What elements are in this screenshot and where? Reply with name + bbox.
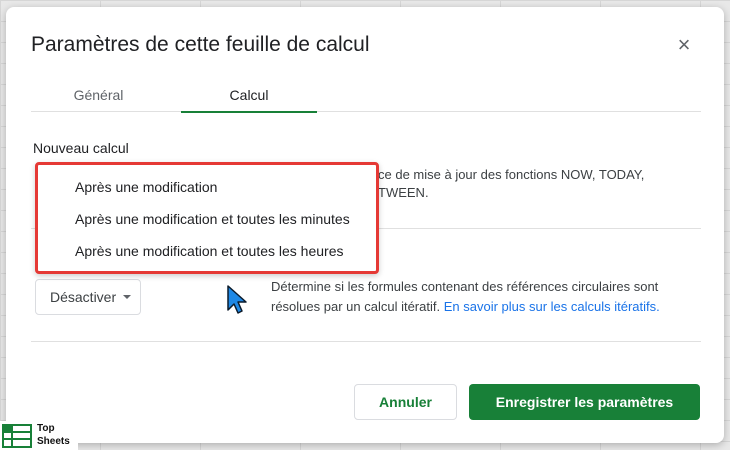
dialog-title: Paramètres de cette feuille de calcul [31,33,370,56]
recalc-option[interactable]: Après une modification [38,171,376,203]
iterative-select[interactable]: Désactiver [35,279,141,315]
watermark-logo: Top Sheets [0,421,78,450]
divider [31,341,701,342]
recalc-option[interactable]: Après une modification et toutes les heu… [38,235,376,267]
tab-general[interactable]: Général [31,87,166,112]
sheets-logo-icon [2,424,32,448]
cancel-button[interactable]: Annuler [354,384,457,420]
recalc-option[interactable]: Après une modification et toutes les min… [38,203,376,235]
recalc-description: ce de mise à jour des fonctions NOW, TOD… [378,166,678,202]
recalc-description-line: ce de mise à jour des fonctions NOW, TOD… [378,167,645,200]
save-button[interactable]: Enregistrer les paramètres [469,384,700,420]
settings-dialog: Paramètres de cette feuille de calcul × … [6,7,724,443]
mouse-pointer-icon [227,285,247,314]
learn-more-link[interactable]: En savoir plus sur les calculs itératifs… [444,299,660,314]
iterative-description: Détermine si les formules contenant des … [271,277,711,317]
tab-bar: Général Calcul [31,87,701,113]
close-icon[interactable]: × [674,34,694,56]
caret-down-icon [123,295,131,299]
watermark-line: Top [37,423,55,434]
recalc-dropdown-menu: Après une modification Après une modific… [35,162,379,274]
tab-calcul[interactable]: Calcul [181,87,317,113]
recalc-label: Nouveau calcul [33,140,129,156]
watermark-line: Sheets [37,436,70,447]
iterative-select-value: Désactiver [50,289,117,305]
watermark-text: Top Sheets [37,422,70,448]
